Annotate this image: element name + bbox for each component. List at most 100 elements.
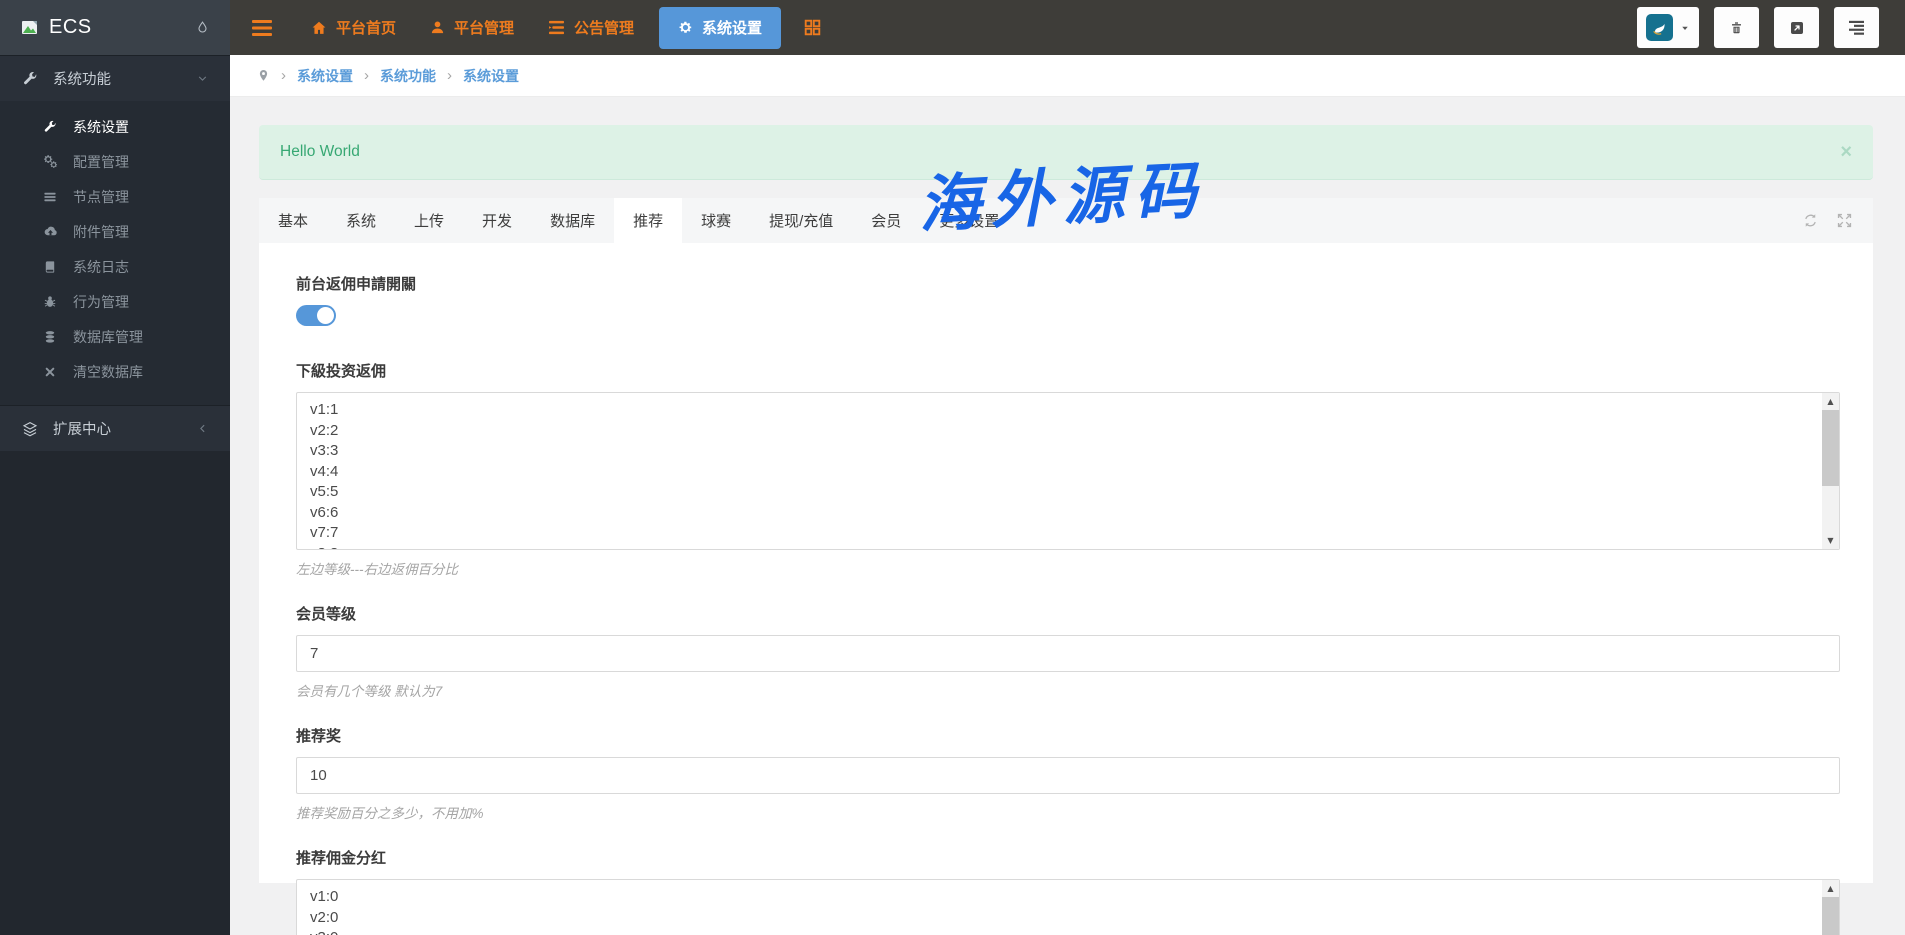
sidebar-item-label: 系统日志 <box>73 258 129 275</box>
sidebar-item-label: 节点管理 <box>73 188 129 205</box>
external-link-icon <box>1789 20 1805 36</box>
nav-item-bulletin-management[interactable]: 公告管理 <box>531 0 651 55</box>
wrench-icon <box>22 71 38 87</box>
sidebar-item-label: 数据库管理 <box>73 328 143 345</box>
scrollbar-track[interactable] <box>1822 410 1839 532</box>
member-level-help: 会员有几个等级 默认为7 <box>296 684 443 699</box>
tab-database[interactable]: 数据库 <box>531 198 614 243</box>
trash-icon <box>1729 20 1744 36</box>
gears-icon <box>42 154 58 169</box>
tab-more-settings[interactable]: 更多设置 <box>920 198 1018 243</box>
scrollbar-thumb[interactable] <box>1822 897 1839 935</box>
sidebar-item-label: 附件管理 <box>73 223 129 240</box>
refresh-icon[interactable] <box>1802 212 1819 229</box>
sidebar-item-config-management[interactable]: 配置管理 <box>0 144 230 179</box>
sidebar-item-label: 系统设置 <box>73 118 129 135</box>
member-level-label: 会员等级 <box>296 606 357 623</box>
expand-icon[interactable] <box>1836 212 1853 229</box>
tab-basic[interactable]: 基本 <box>259 198 327 243</box>
tab-member[interactable]: 会员 <box>852 198 920 243</box>
sidebar-item-attachment-management[interactable]: 附件管理 <box>0 214 230 249</box>
tab-system[interactable]: 系统 <box>327 198 395 243</box>
menu-list-button[interactable] <box>1834 7 1879 48</box>
sidebar-item-database-management[interactable]: 数据库管理 <box>0 319 230 354</box>
nav-item-system-settings[interactable]: 系统设置 <box>659 6 782 49</box>
droplet-icon[interactable] <box>195 19 210 36</box>
navbar-right-tools <box>1637 7 1893 48</box>
breadcrumb-link-system-functions[interactable]: 系统功能 <box>380 66 436 86</box>
sidebar-section-extension-center[interactable]: 扩展中心 <box>0 405 230 451</box>
invest-rebate-textarea-wrap: v1:1 v2:2 v3:3 v4:4 v5:5 v6:6 v7:7 v8:8 … <box>296 392 1840 550</box>
app-logo-text: ECS <box>49 16 92 38</box>
sidebar-section-system-functions[interactable]: 系统功能 <box>0 55 230 101</box>
breadcrumb-separator: › <box>281 67 286 84</box>
bug-icon <box>42 295 58 309</box>
list-icon <box>42 190 58 204</box>
alert-message: Hello World <box>280 143 360 160</box>
dolphin-logo-icon <box>1646 14 1673 41</box>
nav-item-label: 系统设置 <box>702 20 763 37</box>
top-navbar: 平台首页 平台管理 公告管理 系统设置 <box>230 0 1905 55</box>
profile-dropdown-button[interactable] <box>1637 7 1699 48</box>
database-icon <box>42 330 58 344</box>
scrollbar-track[interactable] <box>1822 897 1839 935</box>
scroll-down-icon[interactable]: ▼ <box>1822 532 1839 549</box>
field-invest-rebate: 下級投资返佣 v1:1 v2:2 v3:3 v4:4 v5:5 v6:6 v7:… <box>296 360 1840 578</box>
scroll-up-icon[interactable]: ▲ <box>1822 393 1839 410</box>
sidebar-item-label: 清空数据库 <box>73 363 143 380</box>
sidebar-item-behavior-management[interactable]: 行为管理 <box>0 284 230 319</box>
sidebar-section-label: 系统功能 <box>53 72 111 88</box>
member-level-input[interactable] <box>296 635 1840 672</box>
referral-commission-textarea[interactable]: v1:0 v2:0 v3:0 v4:0 v5:0 v6:0 v7:0 v8:0 <box>296 879 1840 935</box>
app-root: ECS 系统功能 系统设置 配置管理 节点管理 附件管理 系统日志 行为管理 数… <box>0 0 1905 935</box>
tab-ballgame[interactable]: 球赛 <box>682 198 750 243</box>
sidebar-item-system-logs[interactable]: 系统日志 <box>0 249 230 284</box>
field-front-rebate-switch: 前台返佣申請開關 <box>296 273 1840 326</box>
textarea-scrollbar[interactable]: ▲ ▼ <box>1822 880 1839 935</box>
nav-item-platform-home[interactable]: 平台首页 <box>294 0 413 55</box>
sidebar-section-label: 扩展中心 <box>53 422 111 438</box>
nav-item-platform-management[interactable]: 平台管理 <box>413 0 531 55</box>
alert-close-icon[interactable]: × <box>1840 142 1852 162</box>
hamburger-icon[interactable] <box>252 19 272 36</box>
logo-bar[interactable]: ECS <box>0 0 230 55</box>
tab-panel-body: 前台返佣申請開關 下級投资返佣 v1:1 v2:2 v3:3 v4:4 v5:5… <box>259 243 1873 935</box>
home-icon <box>311 20 327 36</box>
gear-icon <box>678 20 693 35</box>
clear-x-icon <box>42 366 58 378</box>
tab-withdraw-deposit[interactable]: 提现/充值 <box>750 198 852 243</box>
scroll-up-icon[interactable]: ▲ <box>1822 880 1839 897</box>
panel-tools <box>1802 198 1873 243</box>
front-rebate-toggle[interactable] <box>296 305 336 326</box>
success-alert: Hello World × <box>259 125 1873 180</box>
tab-referral[interactable]: 推荐 <box>614 198 683 243</box>
grid-icon[interactable] <box>789 19 836 36</box>
sidebar-item-node-management[interactable]: 节点管理 <box>0 179 230 214</box>
nav-item-label: 平台管理 <box>454 20 515 37</box>
breadcrumb-separator: › <box>364 67 369 84</box>
referral-bonus-help: 推荐奖励百分之多少，不用加% <box>296 806 484 821</box>
invest-rebate-textarea[interactable]: v1:1 v2:2 v3:3 v4:4 v5:5 v6:6 v7:7 v8:8 <box>296 392 1840 550</box>
main-area: 平台首页 平台管理 公告管理 系统设置 › 系统设置 › 系统功能 › 系统设置… <box>230 0 1905 935</box>
sidebar-filler <box>0 451 230 935</box>
sidebar-item-label: 行为管理 <box>73 293 129 310</box>
sidebar-item-system-settings[interactable]: 系统设置 <box>0 109 230 144</box>
tab-upload[interactable]: 上传 <box>395 198 463 243</box>
trash-button[interactable] <box>1714 7 1759 48</box>
sidebar-item-label: 配置管理 <box>73 153 129 170</box>
breadcrumb-link-system-settings-2[interactable]: 系统设置 <box>463 66 519 86</box>
bulletin-list-icon <box>548 20 565 35</box>
scrollbar-thumb[interactable] <box>1822 410 1839 486</box>
front-rebate-switch-label: 前台返佣申請開關 <box>296 276 417 293</box>
textarea-scrollbar[interactable]: ▲ ▼ <box>1822 393 1839 549</box>
field-referral-bonus: 推荐奖 推荐奖励百分之多少，不用加% <box>296 725 1840 822</box>
user-icon <box>430 20 445 35</box>
tab-develop[interactable]: 开发 <box>463 198 531 243</box>
sidebar-item-clear-database[interactable]: 清空数据库 <box>0 354 230 389</box>
breadcrumb-link-system-settings[interactable]: 系统设置 <box>297 66 353 86</box>
external-link-button[interactable] <box>1774 7 1819 48</box>
tab-strip: 基本 系统 上传 开发 数据库 推荐 球赛 提现/充值 会员 更多设置 <box>259 198 1873 243</box>
field-referral-commission: 推荐佣金分红 v1:0 v2:0 v3:0 v4:0 v5:0 v6:0 v7:… <box>296 847 1840 935</box>
referral-bonus-input[interactable] <box>296 757 1840 794</box>
sidebar: ECS 系统功能 系统设置 配置管理 节点管理 附件管理 系统日志 行为管理 数… <box>0 0 230 935</box>
